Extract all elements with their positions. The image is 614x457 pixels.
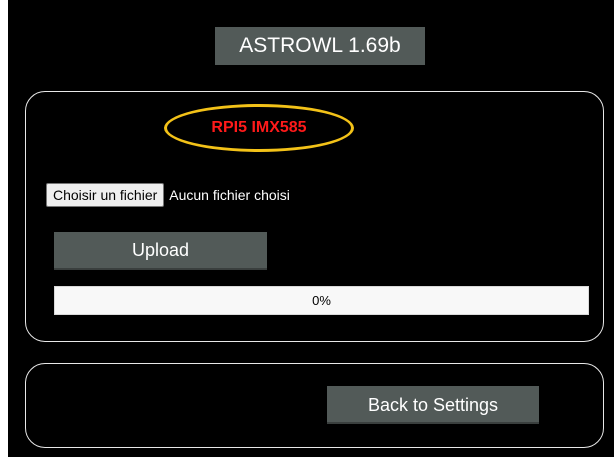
back-to-settings-button[interactable]: Back to Settings bbox=[327, 386, 539, 424]
navigation-panel: Back to Settings bbox=[25, 363, 604, 448]
model-badge: RPI5 IMX585 bbox=[164, 104, 354, 152]
upload-panel: RPI5 IMX585 Choisir un fichier Aucun fic… bbox=[25, 91, 604, 342]
progress-text: 0% bbox=[312, 293, 331, 308]
choose-file-button[interactable]: Choisir un fichier bbox=[46, 183, 165, 207]
upload-button[interactable]: Upload bbox=[54, 232, 267, 270]
file-status-text: Aucun fichier choisi bbox=[169, 187, 290, 203]
app-screen: ASTROWL 1.69b RPI5 IMX585 Choisir un fic… bbox=[8, 0, 614, 457]
app-title: ASTROWL 1.69b bbox=[215, 27, 425, 65]
file-input-row: Choisir un fichier Aucun fichier choisi bbox=[46, 183, 290, 207]
upload-progress-bar: 0% bbox=[54, 286, 589, 315]
